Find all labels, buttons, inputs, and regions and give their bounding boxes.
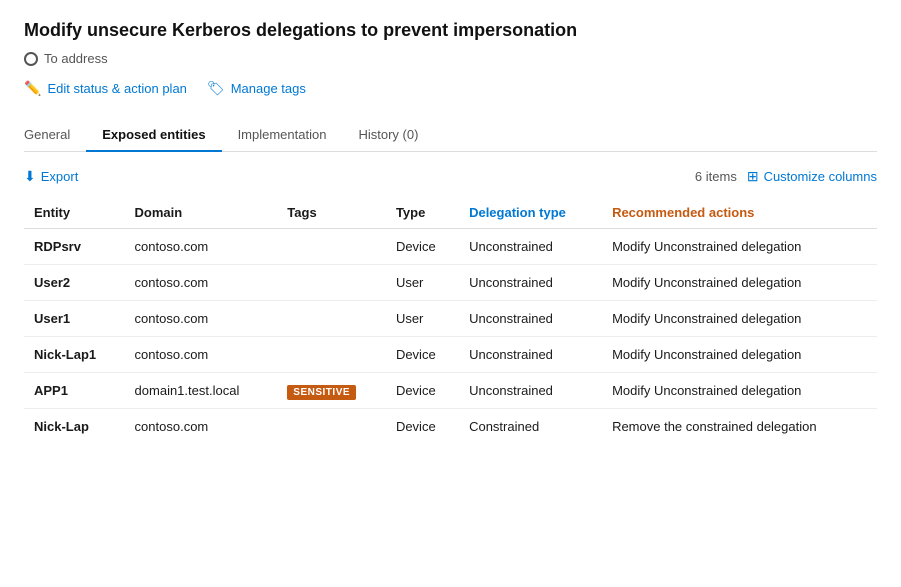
edit-icon: ✏️ [24,80,41,97]
tags-icon: 🏷 [207,80,225,97]
export-label: Export [41,169,79,184]
cell-recommended-actions: Modify Unconstrained delegation [602,265,877,301]
status-radio-icon [24,52,38,66]
cell-recommended-actions: Modify Unconstrained delegation [602,301,877,337]
cell-type: User [386,265,459,301]
col-header-tags: Tags [277,197,386,229]
data-table: Entity Domain Tags Type Delegation type … [24,197,877,444]
col-header-domain: Domain [125,197,278,229]
manage-tags-label: Manage tags [231,81,306,96]
customize-columns-button[interactable]: ⊞ Customize columns [747,168,877,185]
cell-tags: SENSITIVE [277,373,386,409]
toolbar: ⬇ Export 6 items ⊞ Customize columns [24,168,877,185]
edit-status-label: Edit status & action plan [47,81,186,96]
entity-name: RDPsrv [34,239,81,254]
cell-domain: contoso.com [125,301,278,337]
items-count: 6 items [695,169,737,184]
cell-domain: contoso.com [125,229,278,265]
cell-delegation-type: Unconstrained [459,373,602,409]
cell-type: Device [386,373,459,409]
cell-domain: domain1.test.local [125,373,278,409]
edit-status-button[interactable]: ✏️ Edit status & action plan [24,80,187,97]
status-row: To address [24,51,877,66]
status-label: To address [44,51,108,66]
cell-domain: contoso.com [125,409,278,445]
table-row: Nick-Lap1 contoso.com DeviceUnconstrainedM… [24,337,877,373]
cell-tags [277,265,386,301]
cell-entity[interactable]: APP1 [24,373,125,409]
cell-entity[interactable]: User1 [24,301,125,337]
tab-exposed-entities[interactable]: Exposed entities [86,119,221,152]
cell-type: User [386,301,459,337]
cell-type: Device [386,409,459,445]
export-button[interactable]: ⬇ Export [24,168,78,185]
page-title: Modify unsecure Kerberos delegations to … [24,20,877,41]
tab-implementation[interactable]: Implementation [222,119,343,152]
cell-entity[interactable]: Nick-Lap [24,409,125,445]
customize-label: Customize columns [764,169,877,184]
cell-domain: contoso.com [125,337,278,373]
tab-history[interactable]: History (0) [342,119,434,152]
tab-general[interactable]: General [24,119,86,152]
cell-recommended-actions: Modify Unconstrained delegation [602,229,877,265]
export-icon: ⬇ [24,168,36,185]
table-row: APP1 domain1.test.local SENSITIVE DeviceUnc… [24,373,877,409]
cell-entity[interactable]: RDPsrv [24,229,125,265]
table-row: RDPsrv contoso.com DeviceUnconstrainedModi… [24,229,877,265]
sensitive-badge: SENSITIVE [287,385,356,400]
cell-type: Device [386,337,459,373]
cell-type: Device [386,229,459,265]
cell-delegation-type: Constrained [459,409,602,445]
entity-name: User2 [34,275,70,290]
cell-delegation-type: Unconstrained [459,265,602,301]
table-row: User2 contoso.com UserUnconstrainedModify … [24,265,877,301]
action-bar: ✏️ Edit status & action plan 🏷 Manage ta… [24,80,877,101]
cell-delegation-type: Unconstrained [459,229,602,265]
manage-tags-button[interactable]: 🏷 Manage tags [207,80,306,97]
toolbar-right: 6 items ⊞ Customize columns [695,168,877,185]
cell-recommended-actions: Remove the constrained delegation [602,409,877,445]
cell-entity[interactable]: User2 [24,265,125,301]
cell-tags [277,301,386,337]
cell-recommended-actions: Modify Unconstrained delegation [602,373,877,409]
table-header-row: Entity Domain Tags Type Delegation type … [24,197,877,229]
cell-delegation-type: Unconstrained [459,301,602,337]
table-row: User1 contoso.com UserUnconstrainedModify … [24,301,877,337]
entity-name: APP1 [34,383,68,398]
entity-name: Nick-Lap1 [34,347,96,362]
col-header-delegation-type: Delegation type [459,197,602,229]
col-header-type: Type [386,197,459,229]
tabs: General Exposed entities Implementation … [24,119,877,152]
entity-name: User1 [34,311,70,326]
col-header-recommended-actions: Recommended actions [602,197,877,229]
cell-recommended-actions: Modify Unconstrained delegation [602,337,877,373]
cell-entity[interactable]: Nick-Lap1 [24,337,125,373]
entity-name: Nick-Lap [34,419,89,434]
customize-icon: ⊞ [747,168,759,185]
cell-tags [277,337,386,373]
col-header-entity: Entity [24,197,125,229]
cell-delegation-type: Unconstrained [459,337,602,373]
cell-domain: contoso.com [125,265,278,301]
cell-tags [277,409,386,445]
cell-tags [277,229,386,265]
table-row: Nick-Lap contoso.com DeviceConstrainedRemo… [24,409,877,445]
